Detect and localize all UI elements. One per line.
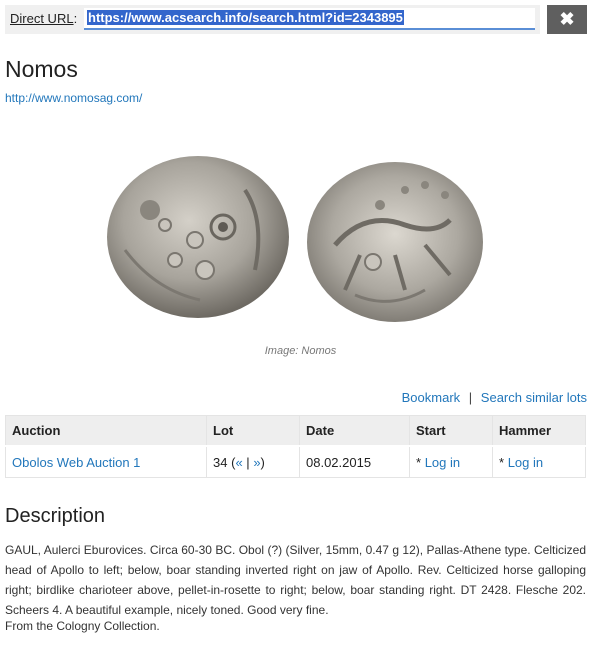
direct-url-value: https://www.acsearch.info/search.html?id… xyxy=(87,10,404,25)
coin-obverse xyxy=(107,156,289,318)
start-prefix: * xyxy=(416,454,422,470)
lot-nav-close: ) xyxy=(260,454,265,470)
lot-table-header: Auction Lot Date Start Hammer xyxy=(5,415,586,447)
coin-image xyxy=(107,156,483,322)
next-lot-link[interactable]: » xyxy=(253,455,260,470)
direct-url-field[interactable]: https://www.acsearch.info/search.html?id… xyxy=(84,8,535,30)
direct-url-bar: Direct URL: https://www.acsearch.info/se… xyxy=(5,5,540,34)
header-date: Date xyxy=(299,415,410,447)
start-login-link[interactable]: Log in xyxy=(425,455,460,470)
direct-url-label: Direct URL: xyxy=(10,11,78,26)
search-similar-link[interactable]: Search similar lots xyxy=(481,390,587,405)
hammer-login-link[interactable]: Log in xyxy=(508,455,543,470)
description-heading: Description xyxy=(5,505,106,527)
actions-separator: | xyxy=(468,390,473,405)
cell-auction: Obolos Web Auction 1 xyxy=(5,445,207,478)
cell-hammer: * Log in xyxy=(492,445,586,478)
close-button[interactable]: ✖ xyxy=(547,5,587,34)
auction-house-website-link[interactable]: http://www.nomosag.com/ xyxy=(5,91,142,105)
header-auction: Auction xyxy=(5,415,207,447)
hammer-prefix: * xyxy=(499,454,505,470)
header-start: Start xyxy=(409,415,493,447)
image-caption: Image: Nomos xyxy=(264,345,337,357)
close-icon: ✖ xyxy=(559,9,575,29)
table-row: Obolos Web Auction 1 34 (« | ») 08.02.20… xyxy=(5,445,586,478)
lot-number: 34 xyxy=(213,454,228,470)
bookmark-link[interactable]: Bookmark xyxy=(402,390,461,405)
lot-actions: Bookmark | Search similar lots xyxy=(402,390,587,405)
lot-nav-separator: | xyxy=(246,454,250,470)
lot-table: Auction Lot Date Start Hammer Obolos Web… xyxy=(5,415,586,478)
cell-date: 08.02.2015 xyxy=(299,445,410,478)
header-lot: Lot xyxy=(206,415,300,447)
header-hammer: Hammer xyxy=(492,415,586,447)
description-text: GAUL, Aulerci Eburovices. Circa 60-30 BC… xyxy=(5,543,586,617)
previous-lot-link[interactable]: « xyxy=(235,455,242,470)
coin-reverse xyxy=(307,162,483,322)
cell-lot: 34 (« | ») xyxy=(206,445,300,478)
cell-start: * Log in xyxy=(409,445,493,478)
provenance-text: From the Cologny Collection. xyxy=(5,619,160,633)
auction-house-name: Nomos xyxy=(5,56,78,82)
auction-link[interactable]: Obolos Web Auction 1 xyxy=(12,455,140,470)
